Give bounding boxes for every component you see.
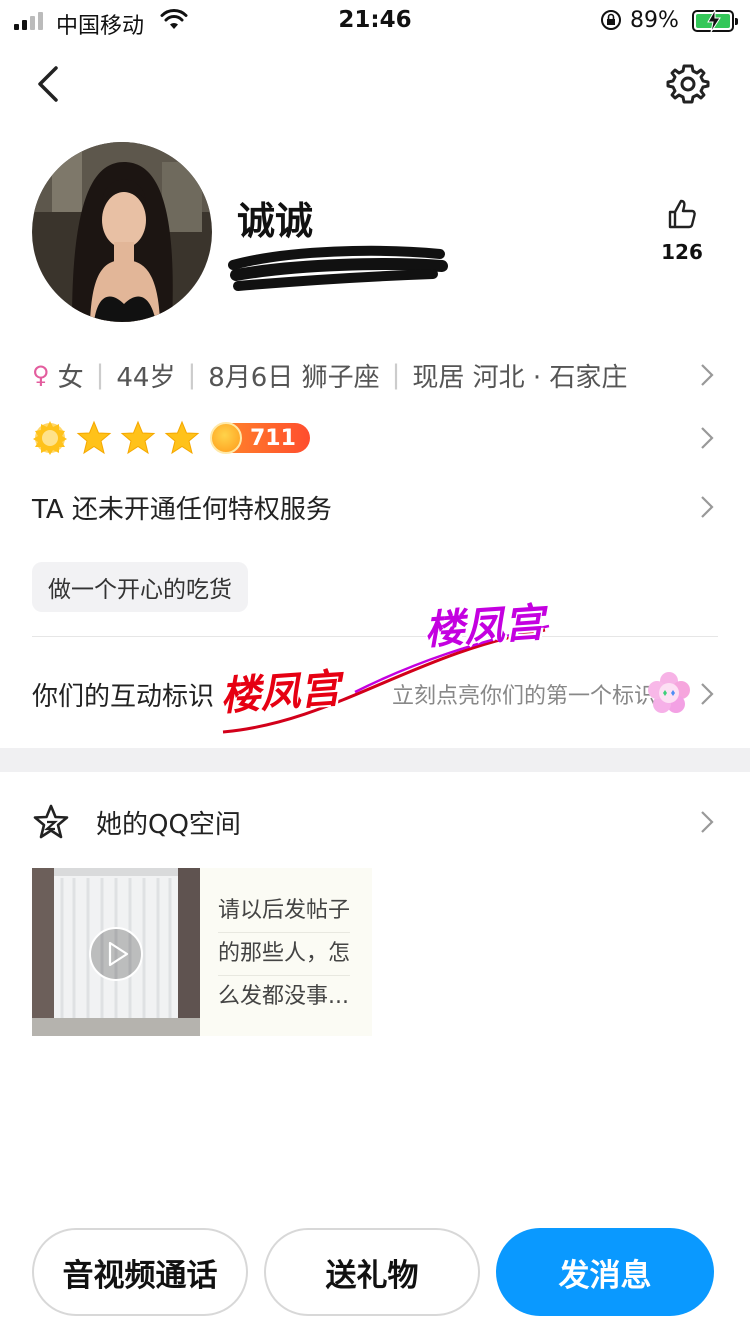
send-message-button[interactable]: 发消息 — [496, 1228, 714, 1316]
post-line: 么发都没事... — [218, 984, 349, 1009]
divider: | — [187, 360, 197, 390]
basic-info-row[interactable]: ♀ 女 | 44岁 | 8月6日 狮子座 | 现居 河北 · 石家庄 — [32, 352, 718, 398]
star-icon — [76, 420, 112, 455]
level-coin-icon — [210, 422, 242, 454]
female-icon: ♀ — [32, 361, 50, 389]
chevron-right-icon — [701, 496, 714, 518]
avatar[interactable] — [32, 142, 212, 322]
divider: | — [95, 360, 105, 390]
interaction-mark-row[interactable]: 你们的互动标识 立刻点亮你们的第一个标识 — [32, 666, 718, 722]
nickname: 诚诚 — [237, 199, 314, 243]
post-text: 请以后发帖子 的那些人，怎 么发都没事... — [200, 868, 362, 1036]
gear-icon — [666, 64, 710, 104]
status-bar: 中国移动 21:46 89% — [0, 0, 750, 44]
star-icon — [164, 420, 200, 455]
chevron-right-icon — [701, 364, 714, 386]
watermark: 楼凤宫 — [422, 599, 546, 655]
video-call-button[interactable]: 音视频通话 — [32, 1228, 248, 1316]
post-line: 的那些人，怎 — [218, 933, 351, 976]
section-divider — [0, 748, 750, 772]
play-icon — [89, 927, 143, 981]
chevron-right-icon — [701, 683, 714, 705]
interaction-hint: 立刻点亮你们的第一个标识 — [391, 684, 656, 709]
birthday: 8月6日 狮子座 — [208, 362, 380, 393]
level-badge-row[interactable]: 711 — [32, 416, 718, 460]
like-count: 126 — [661, 240, 703, 264]
divider — [32, 636, 718, 637]
avatar-photo — [32, 142, 212, 322]
divider: | — [391, 360, 401, 390]
battery-percent: 89% — [630, 8, 679, 33]
redacted-qq-number — [228, 245, 448, 291]
battery-icon — [692, 10, 738, 32]
interaction-label: 你们的互动标识 — [32, 681, 215, 712]
gender: 女 — [57, 362, 84, 393]
settings-button[interactable] — [666, 62, 710, 106]
flower-icon — [648, 672, 690, 713]
send-gift-button[interactable]: 送礼物 — [264, 1228, 480, 1316]
post-video-thumbnail[interactable] — [32, 868, 200, 1036]
thumbs-up-icon — [668, 199, 696, 229]
privilege-row[interactable]: TA 还未开通任何特权服务 — [32, 484, 718, 530]
age: 44岁 — [116, 362, 176, 393]
chevron-right-icon — [701, 427, 714, 449]
location: 现居 河北 · 石家庄 — [412, 362, 628, 393]
back-button[interactable] — [30, 62, 70, 106]
sun-icon — [33, 421, 67, 455]
chevron-left-icon — [38, 66, 58, 102]
privilege-text: TA 还未开通任何特权服务 — [32, 494, 332, 525]
rotation-lock-icon — [601, 10, 621, 30]
chevron-right-icon — [701, 811, 714, 833]
like-button[interactable]: 126 — [652, 198, 712, 264]
post-line: 请以后发帖子 — [218, 890, 351, 933]
star-icon — [120, 420, 156, 455]
qzone-row[interactable]: 她的QQ空间 — [32, 798, 718, 846]
qzone-title: 她的QQ空间 — [96, 809, 241, 840]
level-badge: 711 — [210, 422, 310, 454]
personal-tag[interactable]: 做一个开心的吃货 — [32, 562, 248, 612]
qzone-star-icon — [33, 804, 69, 839]
qzone-post-card[interactable]: 请以后发帖子 的那些人，怎 么发都没事... — [32, 868, 372, 1036]
level-value: 711 — [250, 425, 296, 451]
